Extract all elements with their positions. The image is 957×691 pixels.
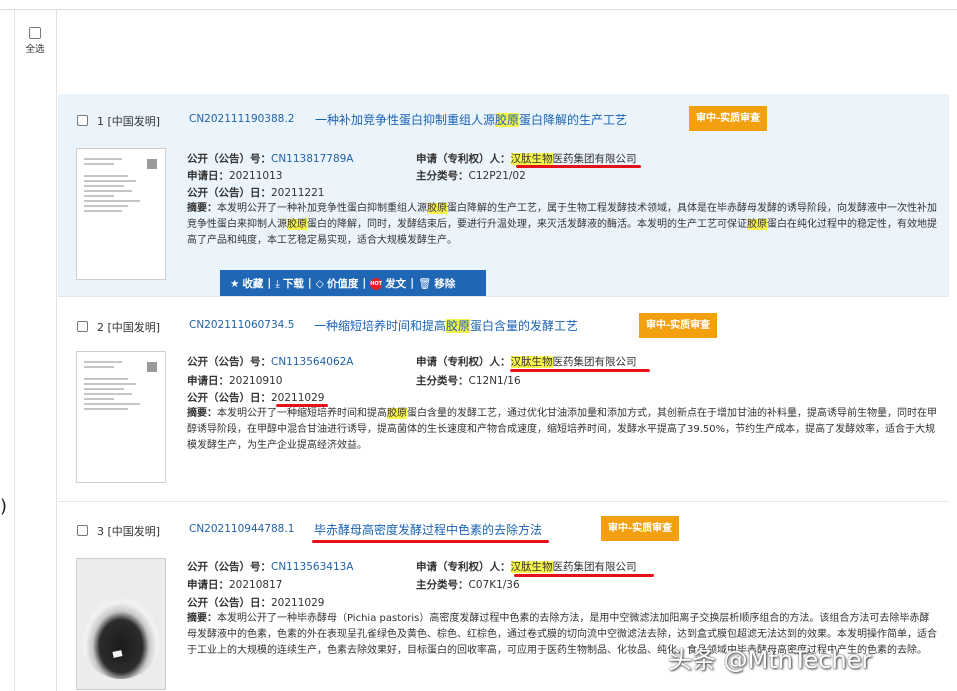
result-toolbar: ★ 收藏 | ⤓ 下载 | ◇ 价值度 | HOT 发文 | 🗑 移除 [220,270,486,296]
download-button[interactable]: ⤓ 下载 [275,276,304,291]
application-number-link[interactable]: CN202111190388.2 [189,113,294,125]
apply-date: 申请日：20211013 [187,170,283,182]
diamond-icon: ◇ [315,277,324,290]
pub-date: 公开（公告）日：20211029 [187,597,325,609]
hot-icon: HOT [370,277,383,290]
application-number-link[interactable]: CN202111060734.5 [189,319,294,331]
edge-mark: ) [0,496,8,517]
pub-number: 公开（公告）号：CN113564062A [187,356,354,368]
pub-date: 公开（公告）日：20211029 [187,392,325,404]
patent-title-link[interactable]: 毕赤酵母高密度发酵过程中色素的去除方法 [314,521,542,538]
download-icon: ⤓ [275,277,280,290]
abstract: 摘要：本发明公开了一种补加竞争性蛋白抑制重组人源胶原蛋白降解的生产工艺，属于生物… [187,203,937,246]
patent-photo[interactable] [76,558,166,690]
status-badge: 审中-实质审查 [639,313,718,338]
result-checkbox[interactable] [77,321,88,332]
red-underline [312,540,549,543]
trash-icon: 🗑 [418,277,432,290]
result-index: 2 [中国发明] [97,321,161,334]
patent-title-link[interactable]: 一种补加竞争性蛋白抑制重组人源胶原蛋白降解的生产工艺 [315,111,627,128]
patent-title-link[interactable]: 一种缩短培养时间和提高胶原蛋白含量的发酵工艺 [314,317,578,334]
patent-thumbnail[interactable] [76,148,166,280]
pub-number-link[interactable]: CN113563413A [271,561,354,573]
result-item: 1 [中国发明] CN202111190388.2 一种补加竞争性蛋白抑制重组人… [58,94,949,297]
publish-button[interactable]: HOT 发文 [370,276,406,291]
star-icon: ★ [230,277,240,290]
pub-number: 公开（公告）号：CN113563413A [187,561,354,573]
result-index: 3 [中国发明] [97,525,161,538]
patent-thumbnail[interactable] [76,351,166,483]
status-badge: 审中-实质审查 [601,516,680,541]
top-divider [0,9,957,10]
watermark: 头条 @MtnTecher [668,646,872,674]
application-number-link[interactable]: CN202110944788.1 [189,523,294,535]
abstract: 摘要：本发明公开了一种缩短培养时间和提高胶原蛋白含量的发酵工艺，通过优化甘油添加… [187,408,937,451]
pub-date: 公开（公告）日：20211221 [187,187,325,199]
red-underline [516,165,641,168]
result-item: 2 [中国发明] CN202111060734.5 一种缩短培养时间和提高胶原蛋… [58,297,949,502]
value-button[interactable]: ◇ 价值度 [316,276,359,291]
red-underline [510,369,650,372]
ipc-class: 主分类号：C12N1/16 [416,375,521,387]
result-index: 1 [中国发明] [97,115,161,128]
applicant: 申请（专利权）人：汉肽生物医药集团有限公司 [416,153,637,165]
pub-number-link[interactable]: CN113564062A [271,356,354,368]
applicant: 申请（专利权）人：汉肽生物医药集团有限公司 [416,561,637,573]
applicant: 申请（专利权）人：汉肽生物医药集团有限公司 [416,356,637,368]
pub-number: 公开（公告）号：CN113817789A [187,153,354,165]
result-checkbox[interactable] [77,115,88,126]
apply-date: 申请日：20210817 [187,579,283,591]
remove-button[interactable]: 🗑 移除 [418,276,455,291]
ipc-class: 主分类号：C07K1/36 [416,579,520,591]
apply-date: 申请日：20210910 [187,375,283,387]
ipc-class: 主分类号：C12P21/02 [416,170,526,182]
result-checkbox[interactable] [77,525,88,536]
collect-button[interactable]: ★ 收藏 [230,276,263,291]
select-all-checkbox[interactable] [29,27,41,39]
status-badge: 审中-实质审查 [689,106,768,131]
select-column [14,10,57,691]
red-underline [514,574,654,577]
pub-number-link[interactable]: CN113817789A [271,153,354,165]
select-all[interactable]: 全选 [20,27,50,55]
select-all-label: 全选 [25,44,45,55]
